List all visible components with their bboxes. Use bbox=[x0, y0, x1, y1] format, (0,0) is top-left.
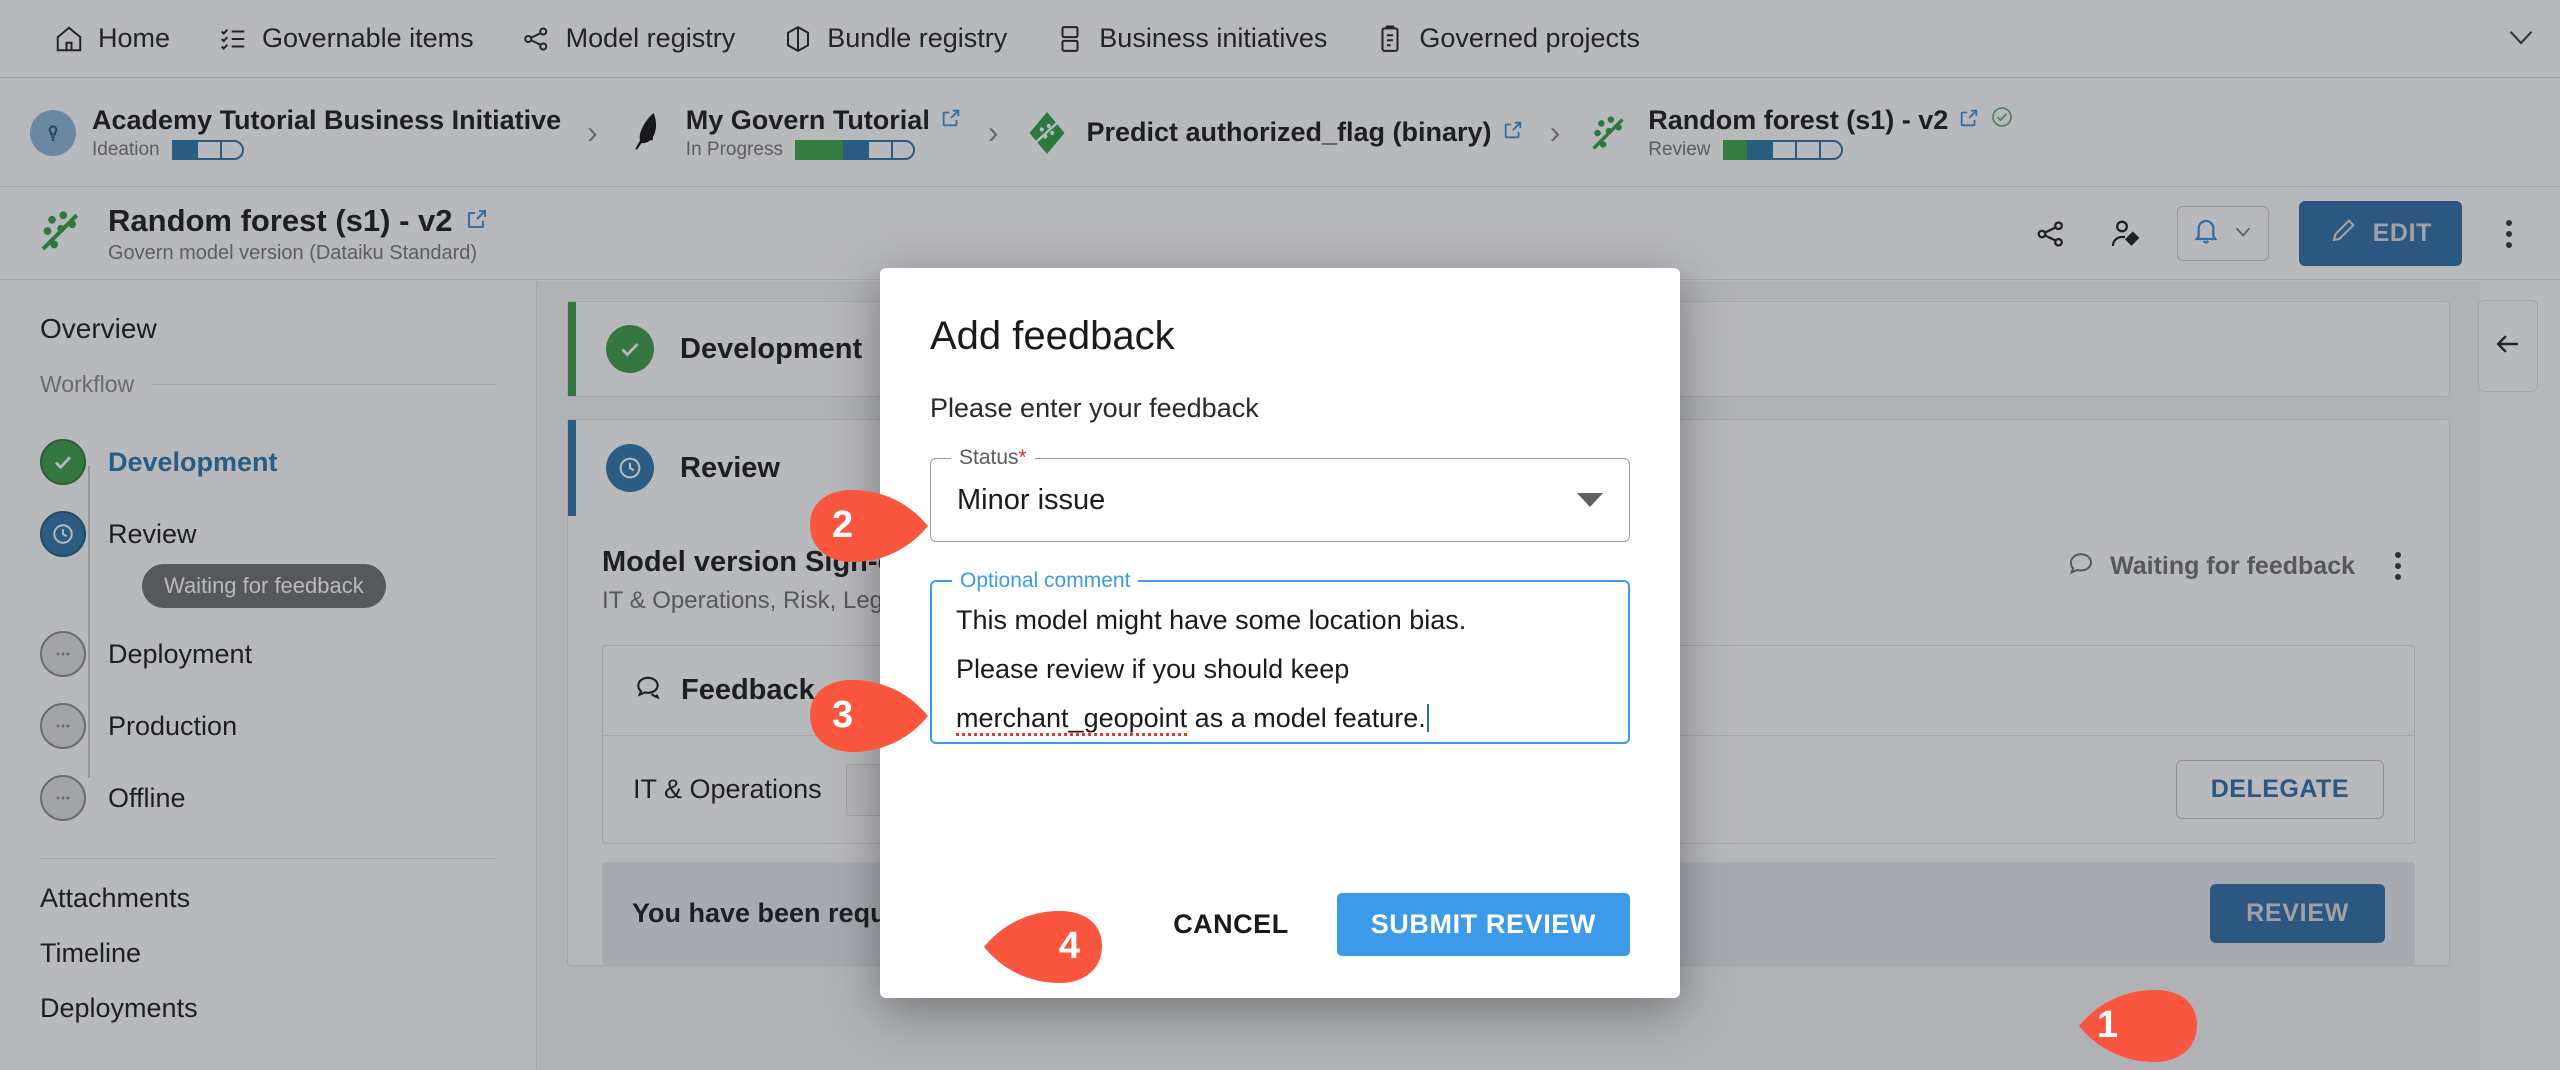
callout-marker-1: 1 bbox=[2075, 986, 2197, 1064]
callout-number-4: 4 bbox=[1058, 924, 1080, 967]
callout-marker-3: 3 bbox=[810, 676, 932, 754]
comment-line-3-rest: as a model feature. bbox=[1187, 703, 1426, 733]
cancel-button[interactable]: CANCEL bbox=[1163, 897, 1299, 952]
comment-line-2: Please review if you should keep bbox=[956, 654, 1350, 684]
text-cursor bbox=[1426, 704, 1429, 732]
callout-number-1: 1 bbox=[2097, 1003, 2119, 1046]
status-value: Minor issue bbox=[957, 483, 1106, 516]
comment-line-3: merchant_geopoint as a model feature. bbox=[956, 694, 1604, 743]
comment-textarea[interactable]: Optional comment This model might have s… bbox=[930, 569, 1630, 744]
app-root: Home Governable items Model registry Bun… bbox=[0, 0, 2560, 1070]
comment-line-1: This model might have some location bias… bbox=[956, 605, 1467, 635]
submit-review-button[interactable]: SUBMIT REVIEW bbox=[1336, 893, 1630, 956]
add-feedback-modal: Add feedback Please enter your feedback … bbox=[880, 268, 1680, 998]
callout-number-2: 2 bbox=[832, 503, 854, 546]
callout-number-3: 3 bbox=[832, 693, 854, 736]
misspelled-word: merchant_geopoint bbox=[956, 703, 1188, 736]
callout-marker-4: 4 bbox=[980, 907, 1102, 985]
status-legend: Status* bbox=[951, 446, 1035, 470]
callout-marker-2: 2 bbox=[810, 486, 932, 564]
caret-down-icon bbox=[1577, 493, 1603, 507]
modal-description: Please enter your feedback bbox=[930, 393, 1259, 423]
comment-legend: Optional comment bbox=[952, 569, 1139, 593]
required-marker: * bbox=[1018, 446, 1027, 469]
modal-title: Add feedback bbox=[930, 314, 1175, 358]
status-select[interactable]: Status* Minor issue bbox=[930, 446, 1630, 542]
